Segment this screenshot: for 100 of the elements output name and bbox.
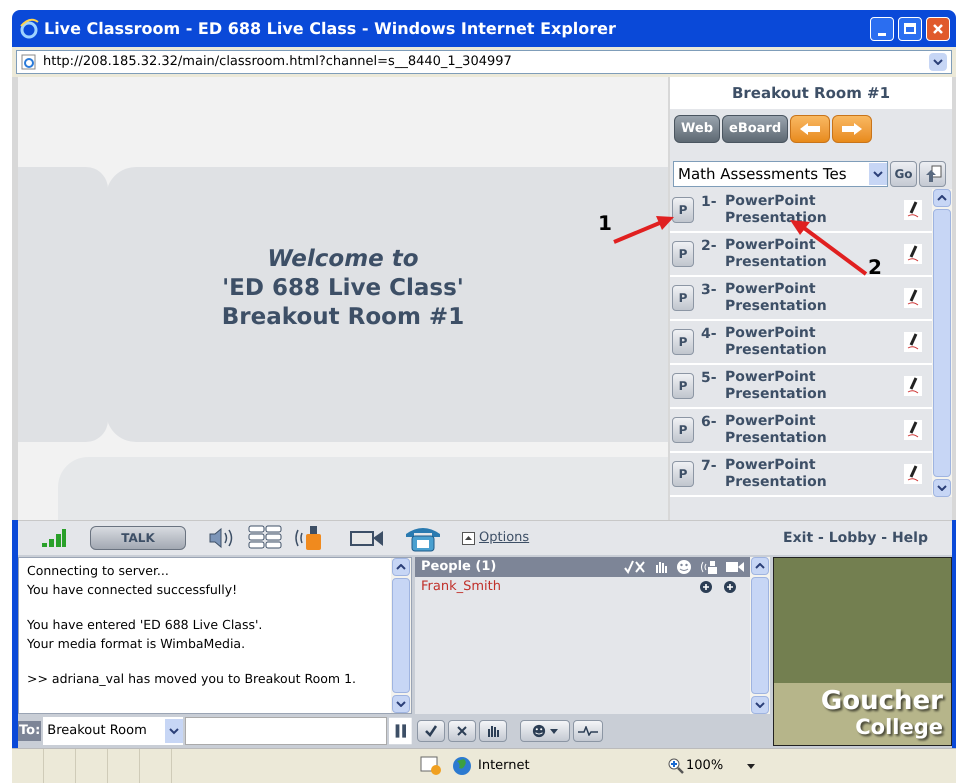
talk-button[interactable]: TALK: [90, 526, 186, 550]
scroll-down-icon[interactable]: [933, 479, 951, 497]
back-button[interactable]: [790, 115, 830, 143]
grid-icon[interactable]: [248, 525, 282, 551]
tab-button[interactable]: Web: [674, 115, 720, 143]
scroll-thumb[interactable]: [933, 209, 951, 477]
plus-icon[interactable]: [700, 581, 712, 593]
content-item[interactable]: P 3- PowerPoint Presentation: [670, 277, 932, 321]
signal-icon: [42, 529, 66, 547]
scroll-down-icon[interactable]: [751, 696, 769, 714]
pulse-button[interactable]: [573, 720, 603, 742]
item-title: PowerPoint: [725, 325, 816, 342]
camera-icon: [726, 561, 744, 573]
dropdown-icon[interactable]: [929, 53, 947, 71]
to-label: To:: [18, 721, 42, 741]
microphone-icon: [700, 560, 718, 574]
scroll-bar[interactable]: [750, 557, 770, 714]
edit-icon[interactable]: [904, 288, 922, 308]
item-number: 4-: [701, 325, 718, 344]
item-number: 3-: [701, 281, 718, 300]
item-number: 1-: [701, 193, 718, 212]
zone-text: Internet: [478, 757, 531, 776]
zoom-icon[interactable]: [668, 758, 684, 774]
edit-icon[interactable]: [904, 376, 922, 396]
arrow-icon: [799, 122, 822, 136]
dropdown-icon: [165, 719, 184, 743]
edit-icon[interactable]: [904, 244, 922, 264]
item-title: Presentation: [725, 210, 827, 227]
address-field[interactable]: http://208.185.32.32/main/classroom.html?channel=s__8440_1_304997: [16, 50, 952, 74]
pulse-icon: [578, 726, 598, 736]
chat-message: Connecting to server... You have connected successfully!: [27, 562, 238, 599]
caret-icon[interactable]: [747, 764, 756, 768]
welcome-text: Breakout Room #1: [222, 303, 464, 332]
logo-text: College: [855, 714, 943, 740]
edit-icon[interactable]: [904, 332, 922, 352]
zoom-level[interactable]: 100%: [686, 756, 724, 776]
item-number: 2-: [701, 237, 718, 256]
check-cross-icon: [624, 560, 646, 574]
item-title: PowerPoint: [725, 193, 816, 210]
item-title: PowerPoint: [725, 369, 816, 386]
scroll-bar[interactable]: [391, 558, 411, 713]
annotation-arrow: [612, 214, 676, 244]
annotation-number: 2: [868, 255, 882, 279]
content-item[interactable]: P 4- PowerPoint Presentation: [670, 321, 932, 365]
scroll-thumb[interactable]: [751, 577, 769, 694]
upload-button[interactable]: [919, 161, 946, 187]
dropdown-icon: [869, 163, 887, 185]
edit-icon[interactable]: [904, 200, 922, 220]
reject-button[interactable]: [448, 720, 476, 742]
window-title: Live Classroom - ED 688 Live Class - Windows Internet Explorer: [44, 18, 617, 40]
room-title: Breakout Room #1: [670, 77, 952, 109]
scroll-up-icon[interactable]: [751, 557, 769, 575]
people-title: People (1): [421, 558, 498, 576]
chat-input-field[interactable]: [185, 717, 388, 745]
edit-icon[interactable]: [904, 464, 922, 484]
item-title: PowerPoint: [725, 237, 816, 254]
scroll-up-icon[interactable]: [933, 189, 951, 207]
plus-icon[interactable]: [724, 581, 736, 593]
item-badge: P: [672, 461, 694, 487]
item-badge: P: [672, 417, 694, 443]
options-icon[interactable]: [462, 532, 475, 544]
item-title: PowerPoint: [725, 457, 816, 474]
item-number: 6-: [701, 413, 718, 432]
scroll-bar[interactable]: [932, 189, 952, 497]
raise-hand-button[interactable]: [479, 720, 507, 742]
content-item[interactable]: P 7- PowerPoint Presentation: [670, 453, 932, 497]
item-badge: P: [672, 285, 694, 311]
forward-button[interactable]: [832, 115, 872, 143]
check-icon: [424, 724, 438, 738]
content-item[interactable]: P 5- PowerPoint Presentation: [670, 365, 932, 409]
go-button[interactable]: Go: [890, 161, 917, 187]
recipient-select[interactable]: Breakout Room: [43, 717, 184, 745]
smiley-icon: [532, 724, 546, 738]
content-select[interactable]: Math Assessments Tes: [673, 161, 888, 187]
camera-icon[interactable]: [350, 528, 384, 548]
page-icon: [21, 54, 37, 70]
item-title: Presentation: [725, 386, 827, 403]
close-icon: [932, 22, 944, 34]
navigation-links[interactable]: Exit - Lobby - Help: [783, 528, 928, 548]
maximize-button[interactable]: [898, 16, 922, 40]
emotion-button[interactable]: [520, 720, 570, 742]
person-name[interactable]: Frank_Smith: [421, 577, 700, 597]
edit-icon[interactable]: [904, 420, 922, 440]
welcome-text: 'ED 688 Live Class': [222, 274, 464, 303]
options-link[interactable]: Options: [479, 528, 530, 548]
pause-icon[interactable]: [389, 717, 412, 745]
scroll-thumb[interactable]: [392, 578, 410, 693]
item-title: Presentation: [725, 342, 827, 359]
item-title: PowerPoint: [725, 281, 816, 298]
tab-button[interactable]: eBoard: [722, 115, 788, 143]
close-button[interactable]: [926, 16, 950, 40]
cross-icon: [455, 724, 469, 738]
arrow-icon: [841, 122, 864, 136]
item-title: PowerPoint: [725, 413, 816, 430]
scroll-up-icon[interactable]: [392, 558, 410, 576]
item-title: Presentation: [725, 474, 827, 491]
content-item[interactable]: P 6- PowerPoint Presentation: [670, 409, 932, 453]
minimize-button[interactable]: [870, 16, 894, 40]
scroll-down-icon[interactable]: [392, 695, 410, 713]
approve-button[interactable]: [417, 720, 445, 742]
